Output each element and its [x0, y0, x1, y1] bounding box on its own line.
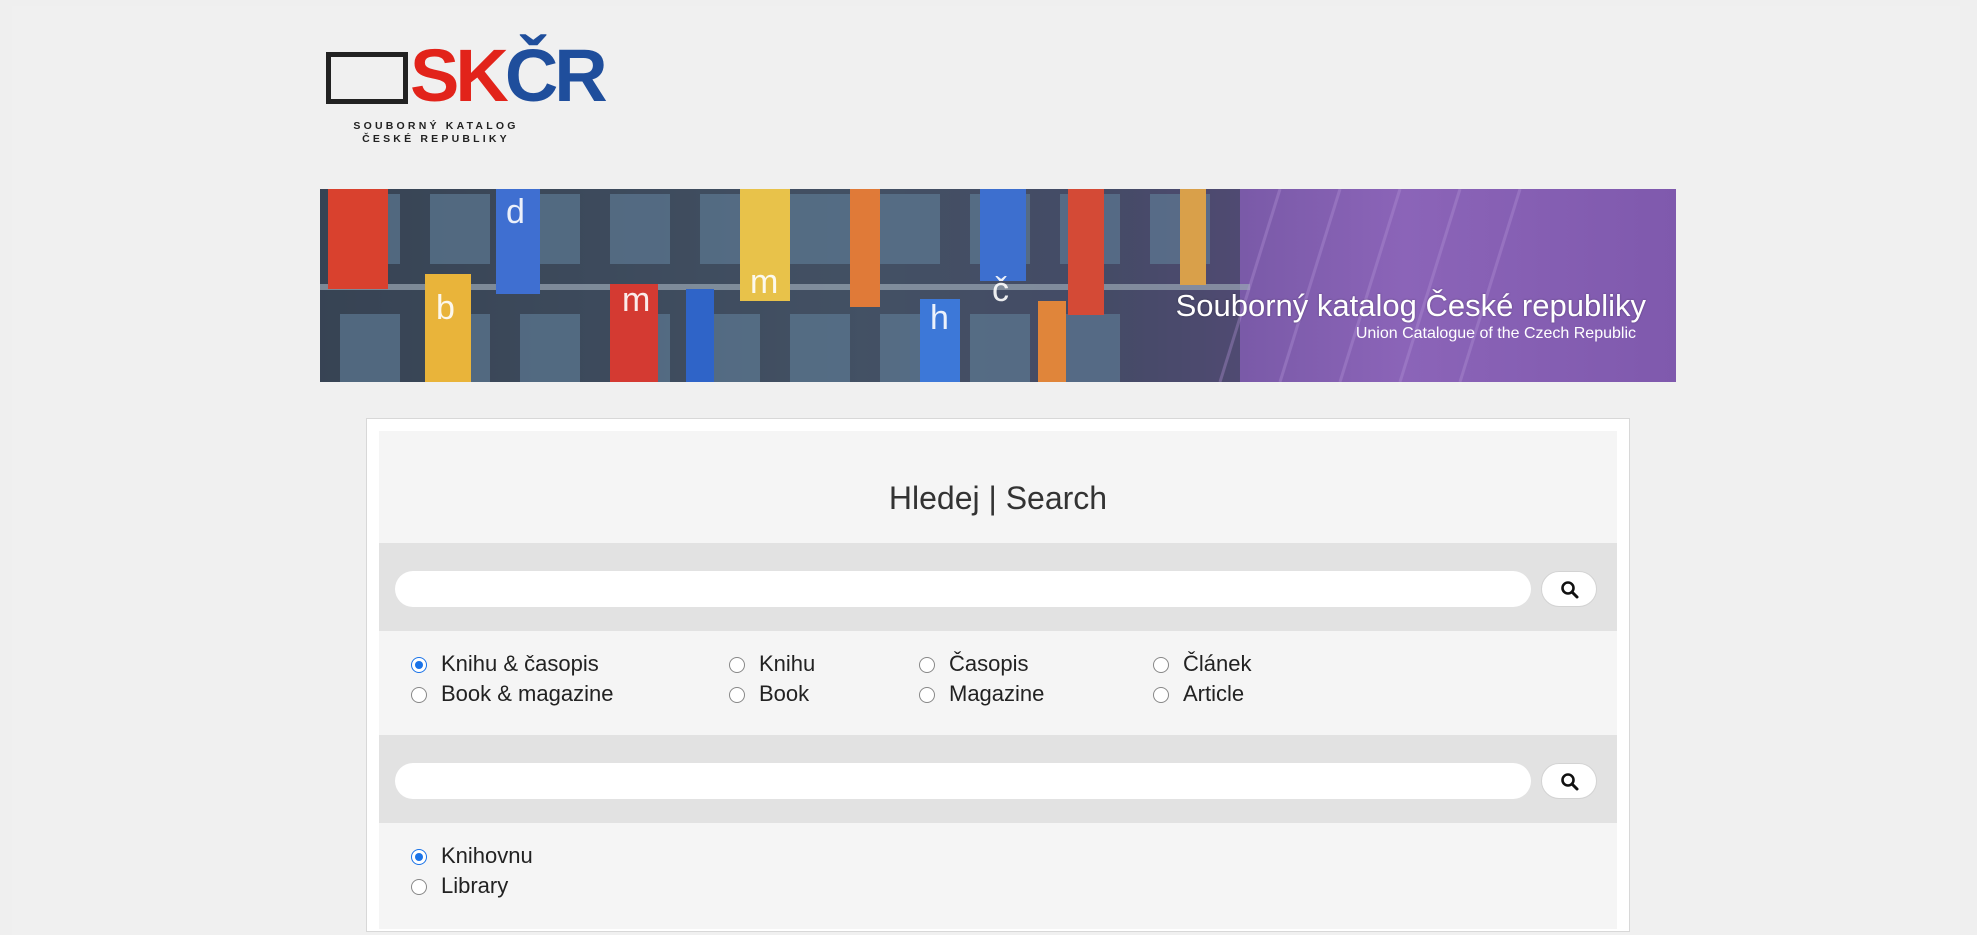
logo-subtitle-line2: ČESKÉ REPUBLIKY	[362, 133, 510, 145]
skcr-logo[interactable]: SKČR SOUBORNÝ KATALOG ČESKÉ REPUBLIKY	[326, 36, 608, 154]
catalog-search-button[interactable]	[1541, 571, 1597, 607]
logo-subtitle-line1: SOUBORNÝ KATALOG	[353, 120, 519, 132]
radio-unchecked-icon[interactable]	[411, 687, 427, 703]
banner-title: Souborný katalog České republiky	[1175, 288, 1646, 323]
radio-unchecked-icon[interactable]	[729, 657, 745, 673]
library-search-bar	[379, 735, 1617, 823]
svg-text:h: h	[930, 299, 949, 337]
radio-unchecked-icon[interactable]	[919, 687, 935, 703]
search-panel: Hledej | Search Knihu & časopis Knihu Ča…	[366, 418, 1630, 932]
radio-unchecked-icon[interactable]	[411, 879, 427, 895]
radio-checked-icon[interactable]	[411, 849, 427, 865]
radio-unchecked-icon[interactable]	[919, 657, 935, 673]
search-panel-inner: Hledej | Search Knihu & časopis Knihu Ča…	[379, 431, 1617, 929]
library-search-button[interactable]	[1541, 763, 1597, 799]
logo-monitor-icon	[326, 52, 408, 104]
svg-text:m: m	[750, 263, 778, 301]
search-icon	[1561, 581, 1579, 599]
svg-text:m: m	[622, 281, 650, 319]
radio-checked-icon[interactable]	[411, 657, 427, 673]
banner-building-image: d b m m č h	[320, 189, 1522, 382]
catalog-search-bar	[379, 543, 1617, 631]
logo-wordmark: SKČR	[410, 34, 608, 117]
svg-text:d: d	[506, 193, 525, 231]
banner-subtitle: Union Catalogue of the Czech Republic	[1355, 325, 1636, 342]
svg-text:b: b	[436, 289, 455, 327]
radio-unchecked-icon[interactable]	[729, 687, 745, 703]
radio-unchecked-icon[interactable]	[1153, 657, 1169, 673]
search-heading: Hledej | Search	[888, 480, 1108, 516]
header-banner: d b m m č h Souborný katalog České repub…	[320, 189, 1676, 382]
radio-unchecked-icon[interactable]	[1153, 687, 1169, 703]
catalog-search-input[interactable]	[395, 571, 1531, 607]
logo-subtitle: SOUBORNÝ KATALOG ČESKÉ REPUBLIKY	[326, 120, 546, 146]
svg-text:č: č	[992, 271, 1009, 309]
library-search-input[interactable]	[395, 763, 1531, 799]
search-icon	[1561, 773, 1579, 791]
